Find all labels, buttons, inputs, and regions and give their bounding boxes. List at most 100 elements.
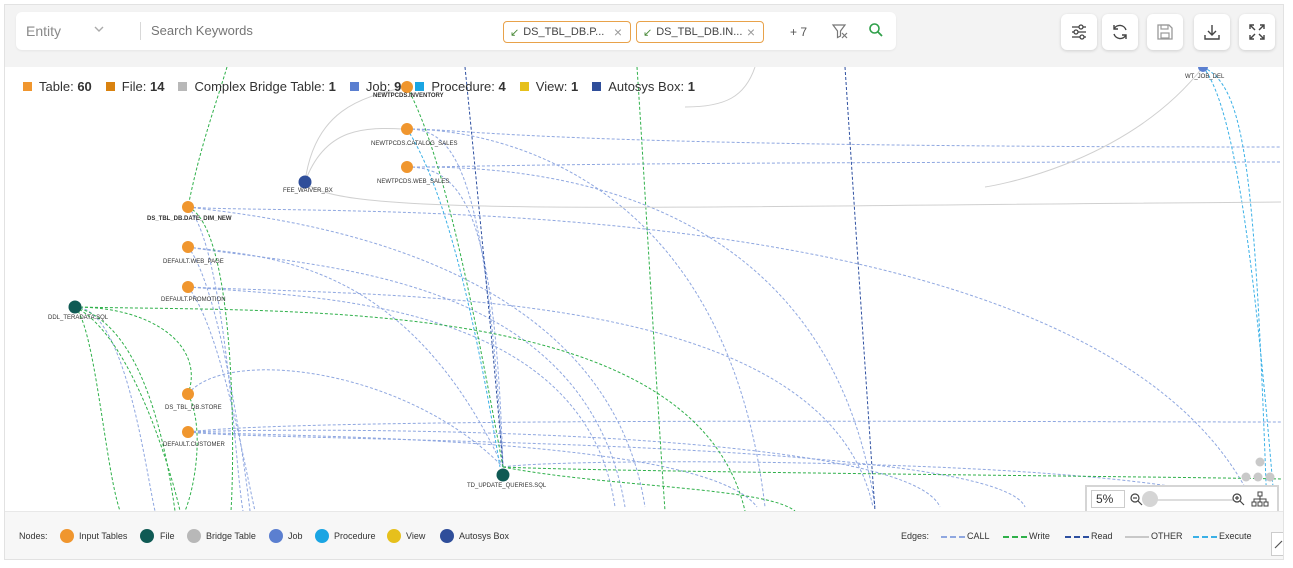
execute-edge-swatch [1193,536,1217,538]
legend-swatch [178,82,188,91]
legend-procedure: Procedure [334,531,376,541]
legend-name: Job: [365,79,391,94]
graph-legend-bar: Nodes: Input Tables File Bridge Table Jo… [5,511,1283,559]
save-button[interactable] [1147,14,1183,50]
zoom-in-icon[interactable] [1231,492,1245,506]
top-toolbar: Entity ↙ DS_TBL_DB.P... × ↙ DS_TBL_DB.IN… [5,5,1283,67]
collapse-handle[interactable] [1271,532,1283,556]
legend-count: 1 [328,79,336,94]
save-icon [1157,24,1173,40]
node-label[interactable]: NEWTPCDS.CATALOG_SALES [371,141,457,147]
download-button[interactable] [1194,14,1230,50]
read-edge-swatch [1065,536,1089,538]
legend-swatch [519,82,529,91]
call-edge-swatch [941,536,965,538]
node-label[interactable]: DDL_TERADATA.SQL [48,315,108,321]
refresh-button[interactable] [1102,14,1138,50]
autosys-box-icon [440,529,454,543]
node-label[interactable]: DEFAULT.PROMOTION [161,297,226,303]
legend-swatch [23,82,32,91]
legend-job: Job [288,531,303,541]
legend-item: View: 1 [519,79,579,94]
legend-write: Write [1029,531,1050,541]
chip-label: DS_TBL_DB.P... [523,26,605,38]
legend-name: Autosys Box: [608,79,685,94]
close-icon[interactable]: × [614,24,622,40]
clear-filter-icon[interactable] [831,22,849,40]
node-label[interactable]: WT_JOB_DEL [1185,74,1224,80]
view-icon [387,529,401,543]
legend-name: View: [535,79,568,94]
legend-item: Job: 9 [349,79,402,94]
zoom-slider-track[interactable] [1149,499,1233,501]
legend-other: OTHER [1151,531,1183,541]
zoom-control: 5% [1085,485,1279,513]
node-label[interactable]: NEWTPCDS.WEB_SALES [377,179,449,185]
legend-count: 1 [687,79,695,94]
table-icon [60,529,74,543]
refresh-icon [1113,24,1127,40]
filter-chip-2[interactable]: ↙ DS_TBL_DB.IN... × [636,21,764,43]
arrow-icon: ↙ [643,26,653,39]
lineage-viewer: Entity ↙ DS_TBL_DB.P... × ↙ DS_TBL_DB.IN… [4,4,1284,560]
legend-execute: Execute [1219,531,1252,541]
legend-file: File [160,531,175,541]
node-label[interactable]: DEFAULT.WEB_PAGE [163,259,224,265]
node-label[interactable]: DS_TBL_DB.STORE [165,405,222,411]
entity-legend: Table: 60 File: 14 Complex Bridge Table: 1… [23,79,709,94]
chip-label: DS_TBL_DB.IN... [656,26,743,38]
node-label[interactable]: DEFAULT.CUSTOMER [163,442,225,448]
file-icon [140,529,154,543]
legend-item: Complex Bridge Table: 1 [178,79,336,94]
legend-swatch [349,82,359,91]
legend-swatch [105,82,115,91]
legend-read: Read [1091,531,1113,541]
legend-swatch [592,82,602,91]
fullscreen-button[interactable] [1239,14,1275,50]
write-edge-swatch [1003,536,1027,538]
divider [140,22,141,40]
legend-call: CALL [967,531,990,541]
close-icon[interactable]: × [747,24,755,40]
settings-button[interactable] [1061,14,1097,50]
legend-item: Procedure: 4 [415,79,506,94]
legend-view: View [406,531,426,541]
legend-name: Procedure: [431,79,495,94]
legend-name: File: [121,79,147,94]
legend-count: 60 [77,79,92,94]
legend-name: Table: [39,79,74,94]
job-icon [269,529,283,543]
legend-name: Complex Bridge Table: [194,79,326,94]
legend-swatch [415,82,425,91]
entity-dropdown[interactable]: Entity [26,23,61,39]
search-icon[interactable] [868,22,884,38]
legend-input-tables: Input Tables [79,531,128,541]
legend-count: 4 [498,79,506,94]
zoom-out-icon[interactable] [1129,492,1143,506]
legend-count: 14 [149,79,165,94]
node-label[interactable]: FEE_WAIVER_BX [283,188,333,194]
legend-bridge-table: Bridge Table [206,531,256,541]
more-chips-count[interactable]: + 7 [790,25,807,39]
legend-item: Autosys Box: 1 [592,79,695,94]
search-input[interactable] [151,23,491,38]
legend-item: File: 14 [105,79,165,94]
zoom-slider-thumb[interactable] [1142,491,1158,507]
filter-chip-1[interactable]: ↙ DS_TBL_DB.P... × [503,21,631,43]
search-bar: Entity ↙ DS_TBL_DB.P... × ↙ DS_TBL_DB.IN… [16,12,896,50]
node-label[interactable]: TD_UPDATE_QUERIES.SQL [467,483,546,489]
download-icon [1204,25,1220,40]
legend-autosys-box: Autosys Box [459,531,510,541]
hierarchy-layout-icon[interactable] [1251,491,1269,507]
chevron-down-icon[interactable] [92,22,106,36]
graph-nodes [68,67,1275,482]
sliders-icon [1072,24,1086,40]
arrow-icon: ↙ [510,26,520,39]
legend-count: 9 [394,79,402,94]
edges-label: Edges: [901,531,930,541]
bridge-table-icon [187,529,201,543]
node-label[interactable]: DS_TBL_DB.DATE_DIM_NEW [147,216,232,222]
legend-count: 1 [570,79,579,94]
legend-item: Table: 60 [23,79,92,94]
zoom-level[interactable]: 5% [1091,490,1125,508]
